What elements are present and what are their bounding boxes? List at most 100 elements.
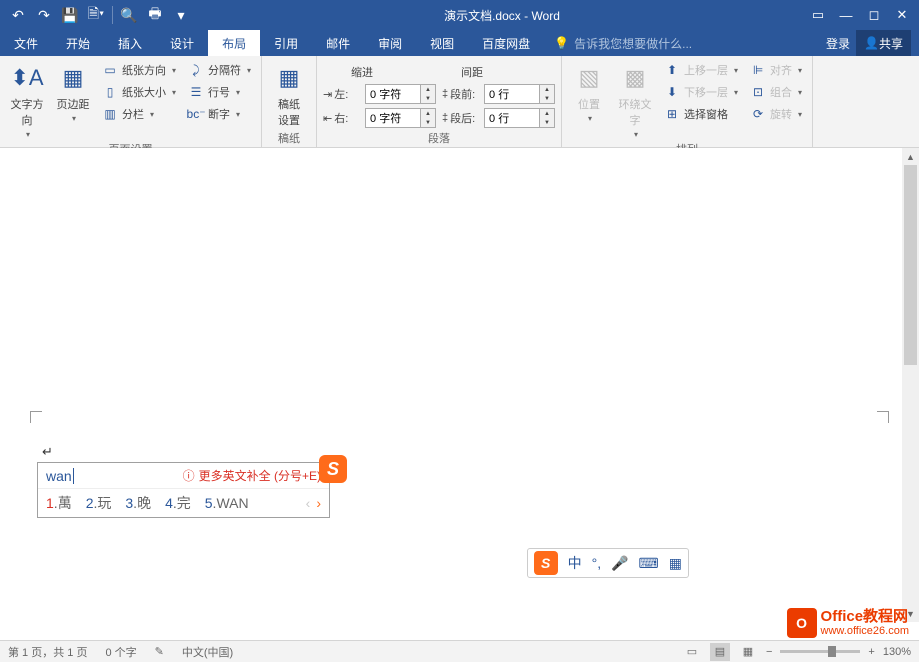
ime-candidate[interactable]: 5.WAN xyxy=(205,495,249,511)
tab-file[interactable]: 文件 xyxy=(0,30,52,56)
ime-punctuation-icon[interactable]: °, xyxy=(592,555,602,571)
status-words[interactable]: 0 个字 xyxy=(105,644,136,660)
status-language[interactable]: 中文(中国) xyxy=(182,644,233,660)
ime-voice-icon[interactable]: 🎤 xyxy=(611,555,628,572)
scrollbar-thumb[interactable] xyxy=(904,165,917,365)
spinner-down-icon[interactable]: ▼ xyxy=(421,118,435,127)
rotate-button[interactable]: ⟳旋转▾ xyxy=(746,104,806,124)
sogou-logo-icon[interactable]: S xyxy=(534,551,558,575)
ime-candidate[interactable]: 1.萬 xyxy=(46,493,72,513)
selection-pane-button[interactable]: ⊞选择窗格 xyxy=(660,104,742,124)
page-corner-right xyxy=(877,411,889,423)
spacing-after-spinner[interactable]: ▲▼ xyxy=(484,108,555,128)
window-title: 演示文档.docx - Word xyxy=(199,7,805,24)
ime-keyboard-icon[interactable]: ⌨ xyxy=(639,555,659,572)
indent-right-input[interactable] xyxy=(366,112,420,124)
status-proofing-icon[interactable]: ✎ xyxy=(155,645,164,658)
text-direction-button[interactable]: ⬍A 文字方向 ▾ xyxy=(6,60,48,139)
chevron-down-icon: ▾ xyxy=(247,66,251,75)
spinner-up-icon[interactable]: ▲ xyxy=(421,85,435,94)
maximize-button[interactable]: ◻ xyxy=(861,3,887,27)
ime-candidate[interactable]: 3.晚 xyxy=(125,493,151,513)
margins-button[interactable]: ▦ 页边距 ▾ xyxy=(52,60,94,123)
indent-right-spinner[interactable]: ▲▼ xyxy=(365,108,436,128)
zoom-in-button[interactable]: + xyxy=(868,646,874,658)
save-as-button[interactable]: 🗎▾ xyxy=(84,3,108,27)
breaks-button[interactable]: ⤸分隔符▾ xyxy=(184,60,255,80)
print-preview-button[interactable]: 🔍 xyxy=(117,3,141,27)
wrap-text-button[interactable]: ▩ 环绕文字 ▾ xyxy=(614,60,656,139)
zoom-slider[interactable] xyxy=(780,650,860,653)
indent-left-input[interactable] xyxy=(366,88,420,100)
zoom-level[interactable]: 130% xyxy=(883,646,911,658)
status-page[interactable]: 第 1 页，共 1 页 xyxy=(8,644,87,660)
spinner-down-icon[interactable]: ▼ xyxy=(540,94,554,103)
orientation-button[interactable]: ▭纸张方向▾ xyxy=(98,60,180,80)
info-icon: ⓘ xyxy=(183,467,195,484)
align-button[interactable]: ⊫对齐▾ xyxy=(746,60,806,80)
zoom-out-button[interactable]: − xyxy=(766,646,772,658)
ime-hint[interactable]: ⓘ 更多英文补全 (分号+E) xyxy=(183,467,321,484)
ime-prev-icon[interactable]: ‹ xyxy=(306,495,311,511)
web-layout-button[interactable]: ▦ xyxy=(738,643,758,661)
read-mode-button[interactable]: ▭ xyxy=(682,643,702,661)
indent-left-spinner[interactable]: ▲▼ xyxy=(365,84,436,104)
tab-view[interactable]: 视图 xyxy=(416,30,468,56)
spinner-down-icon[interactable]: ▼ xyxy=(421,94,435,103)
breaks-icon: ⤸ xyxy=(188,62,204,78)
manuscript-group-label: 稿纸 xyxy=(268,128,310,146)
columns-button[interactable]: ▥分栏▾ xyxy=(98,104,180,124)
tab-review[interactable]: 审阅 xyxy=(364,30,416,56)
spacing-after-input[interactable] xyxy=(485,112,539,124)
ime-input-row: wan ⓘ 更多英文补全 (分号+E) xyxy=(38,463,329,488)
spinner-up-icon[interactable]: ▲ xyxy=(540,109,554,118)
ime-status-toolbar[interactable]: S 中 °, 🎤 ⌨ ▦ xyxy=(527,548,689,578)
print-layout-button[interactable]: ▤ xyxy=(710,643,730,661)
spacing-before-spinner[interactable]: ▲▼ xyxy=(484,84,555,104)
ime-lang-toggle[interactable]: 中 xyxy=(568,553,582,573)
login-link[interactable]: 登录 xyxy=(826,35,850,52)
tab-design[interactable]: 设计 xyxy=(156,30,208,56)
spinner-up-icon[interactable]: ▲ xyxy=(540,85,554,94)
bring-forward-button[interactable]: ⬆上移一层▾ xyxy=(660,60,742,80)
tell-me-search[interactable]: 💡 告诉我您想要做什么... xyxy=(544,30,818,56)
share-button[interactable]: 👤 共享 xyxy=(856,30,911,56)
vertical-scrollbar[interactable]: ▲ ▼ xyxy=(902,148,919,622)
chevron-down-icon: ▾ xyxy=(588,114,592,123)
chevron-down-icon: ▾ xyxy=(734,88,738,97)
tab-home[interactable]: 开始 xyxy=(52,30,104,56)
ime-next-icon[interactable]: › xyxy=(316,495,321,511)
tab-layout[interactable]: 布局 xyxy=(208,30,260,56)
size-button[interactable]: ▯纸张大小▾ xyxy=(98,82,180,102)
indent-right-label: ⇤右: xyxy=(323,110,359,126)
print-button[interactable]: 🖶 xyxy=(143,3,167,27)
ime-candidate[interactable]: 2.玩 xyxy=(86,493,112,513)
tab-mailings[interactable]: 邮件 xyxy=(312,30,364,56)
document-area[interactable]: ↵ S wan ⓘ 更多英文补全 (分号+E) 1.萬 2.玩 3.晚 4.完 … xyxy=(0,148,919,648)
position-button[interactable]: ▧ 位置 ▾ xyxy=(568,60,610,123)
hyphenation-button[interactable]: bc⁻断字▾ xyxy=(184,104,255,124)
line-numbers-button[interactable]: ☰行号▾ xyxy=(184,82,255,102)
group-button[interactable]: ⊡组合▾ xyxy=(746,82,806,102)
qat-customize-button[interactable]: ▾ xyxy=(169,3,193,27)
ime-nav: ‹ › xyxy=(306,495,321,511)
tab-references[interactable]: 引用 xyxy=(260,30,312,56)
scroll-up-icon[interactable]: ▲ xyxy=(902,148,919,165)
send-backward-button[interactable]: ⬇下移一层▾ xyxy=(660,82,742,102)
zoom-thumb[interactable] xyxy=(828,646,836,657)
manuscript-button[interactable]: ▦ 稿纸 设置 xyxy=(268,60,310,128)
spinner-down-icon[interactable]: ▼ xyxy=(540,118,554,127)
spacing-before-input[interactable] xyxy=(485,88,539,100)
spinner-up-icon[interactable]: ▲ xyxy=(421,109,435,118)
close-button[interactable]: ✕ xyxy=(889,3,915,27)
ime-candidate[interactable]: 4.完 xyxy=(165,493,191,513)
ime-menu-icon[interactable]: ▦ xyxy=(669,555,682,572)
minimize-button[interactable]: — xyxy=(833,3,859,27)
redo-button[interactable]: ↷ xyxy=(32,3,56,27)
undo-button[interactable]: ↶ xyxy=(6,3,30,27)
save-button[interactable]: 💾 xyxy=(58,3,82,27)
tab-insert[interactable]: 插入 xyxy=(104,30,156,56)
tab-baidu[interactable]: 百度网盘 xyxy=(468,30,544,56)
indent-header: 缩进 xyxy=(351,64,373,80)
ribbon-options-button[interactable]: ▭ xyxy=(805,3,831,27)
